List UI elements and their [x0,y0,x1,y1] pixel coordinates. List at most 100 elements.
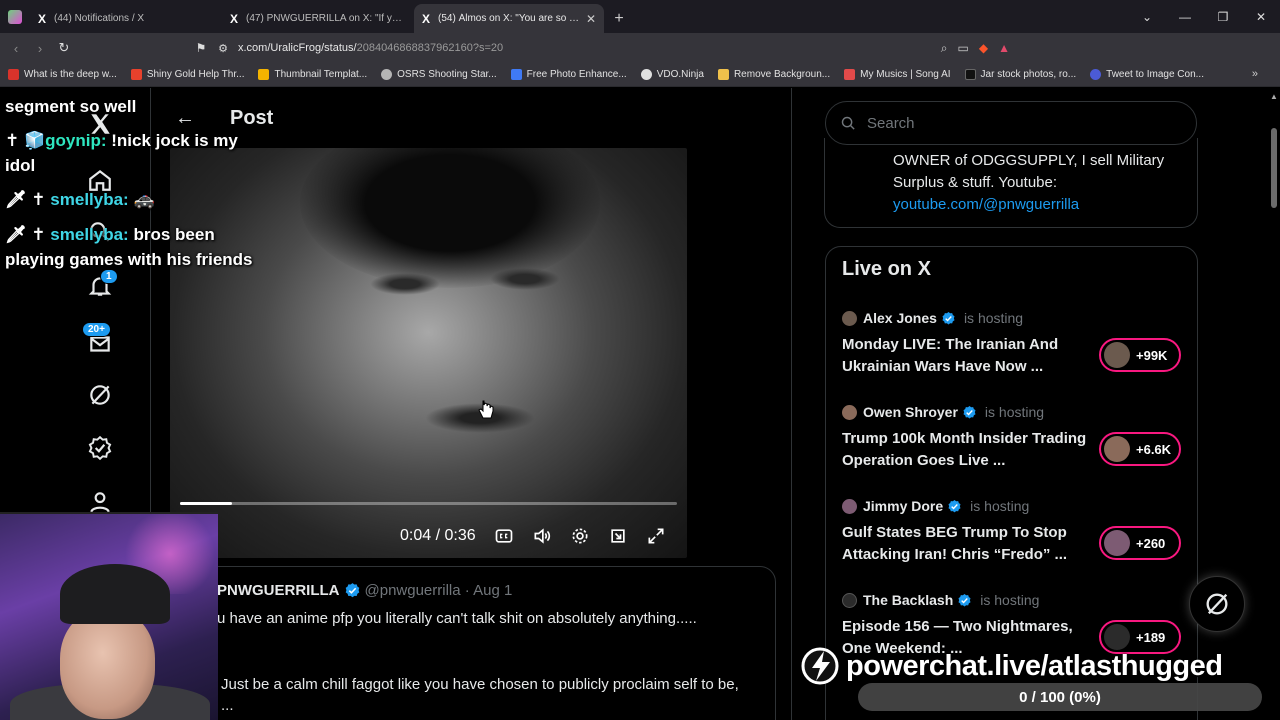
chat-text: bros been [128,225,215,244]
cast-icon[interactable]: ▭ [958,41,969,55]
video-progress-bar[interactable] [180,502,677,505]
bookmark-item[interactable]: What is the deep w... [8,69,117,80]
new-tab-button[interactable]: + [606,4,632,33]
bookmark-label: Free Photo Enhance... [526,69,627,80]
captions-icon[interactable] [494,526,514,546]
close-window-button[interactable]: ✕ [1242,10,1280,24]
back-button[interactable]: ‹ [4,41,28,56]
hosting-label: is hosting [984,404,1045,420]
chat-text: playing games with his friends [5,250,253,269]
bookmark-item[interactable]: My Musics | Song AI [844,69,951,80]
chat-text: idol [5,156,36,175]
live-space-item[interactable]: Alex Jones is hosting Monday LIVE: The I… [842,308,1187,378]
page-scrollbar[interactable]: ▲ [1268,88,1280,720]
video-time: 0:04 / 0:36 [400,527,476,544]
bookmark-label: Remove Backgroun... [733,69,831,80]
bookmark-item[interactable]: Tweet to Image Con... [1090,69,1204,80]
browser-profile-icon[interactable] [0,0,30,33]
powerchat-url: powerchat.live/atlasthugged [846,649,1223,682]
bookmark-favicon-icon [258,69,270,80]
bookmark-item[interactable]: Thumbnail Templat... [258,69,367,80]
space-title: Trump 100k Month Insider Trading Operati… [842,430,1087,469]
picture-in-picture-icon[interactable] [608,526,628,546]
bookmark-label: What is the deep w... [24,69,117,80]
minimize-button[interactable]: — [1166,10,1204,24]
space-listener-pill[interactable]: +99K [1099,338,1181,372]
zoom-icon[interactable]: ⌕ [941,41,948,56]
streamer-webcam [0,512,218,720]
tab-label: (47) PNWGUERRILLA on X: "If you ha [246,13,404,24]
scroll-up-icon[interactable]: ▲ [1270,92,1278,101]
chat-line: segment so well [5,94,136,119]
bookmark-favicon-icon [381,69,393,80]
scrollbar-thumb[interactable] [1271,128,1277,208]
messages-badge: 20+ [82,322,111,337]
tab-close-icon[interactable]: ✕ [586,12,596,26]
host-avatar [842,592,857,608]
host-name: Owen Shroyer [863,404,958,420]
brave-rewards-icon[interactable]: ▲ [998,41,1010,55]
live-space-item[interactable]: Jimmy Dore is hosting Gulf States BEG Tr… [842,496,1187,566]
site-settings-icon[interactable]: ⚙ [212,42,234,55]
fullscreen-icon[interactable] [646,526,666,546]
bookmark-item[interactable]: Remove Backgroun... [717,69,831,80]
forward-button[interactable]: › [28,41,52,56]
hosting-label: is hosting [970,498,1030,514]
bookmark-favicon-icon [844,69,856,80]
search-icon [841,116,855,130]
space-host: Alex Jones is hosting [842,308,1187,328]
x-favicon-icon: X [422,11,431,26]
author-bio-text: OWNER of ODGGSUPPLY, I sell Military Sur… [893,152,1165,191]
video-frame-detail [370,273,440,295]
bookmarks-bar: What is the deep w... Shiny Gold Help Th… [0,63,1280,87]
tab-list-chevron-icon[interactable]: ⌄ [1128,10,1166,24]
x-favicon-icon: X [230,11,239,26]
space-host: Owen Shroyer is hosting [842,402,1187,422]
chat-badges: 🗡 ✝ [5,225,46,244]
grok-floating-button[interactable] [1189,576,1245,632]
bookmark-item[interactable]: OSRS Shooting Star... [381,69,497,80]
hosting-label: is hosting [963,310,1024,326]
bookmark-item[interactable]: VDO.Ninja [640,69,704,80]
brave-shields-icon[interactable]: ◆ [979,41,988,55]
browser-tab-notifications[interactable]: X (44) Notifications / X [30,4,220,33]
bookmark-favicon-icon [964,69,976,80]
bookmark-icon[interactable]: ⚑ [190,41,212,55]
host-avatar [842,498,857,514]
space-listener-pill[interactable]: +260 [1099,526,1181,560]
quoted-author-name[interactable]: PNWGUERRILLA [217,582,340,599]
video-settings-gear-icon[interactable] [570,526,590,546]
url-path: x.com/UralicFrog/status/ [238,42,357,54]
space-listener-pill[interactable]: +6.6K [1099,432,1181,466]
chat-username: smellyba: [50,225,129,244]
bookmark-label: Jar stock photos, ro... [980,69,1077,80]
maximize-button[interactable]: ❐ [1204,10,1242,24]
x-favicon-icon: X [38,11,47,26]
url-field[interactable]: ⚑ ⚙ x.com/UralicFrog/status/208404686883… [190,36,1020,60]
tab-label: (54) Álmos on X: "You are so tuff [438,13,580,24]
quoted-post-header: PNWGUERRILLA @pnwguerrilla · Aug 1 [217,582,512,599]
volume-icon[interactable] [532,526,552,546]
verified-badge-icon [942,311,955,324]
verified-orgs-icon[interactable] [84,432,116,464]
bookmarks-overflow-icon[interactable]: » [1252,68,1258,80]
listener-count: +189 [1136,629,1166,645]
bookmark-item[interactable]: Shiny Gold Help Thr... [130,69,244,80]
bookmark-label: OSRS Shooting Star... [397,69,497,80]
space-host: Jimmy Dore is hosting [842,496,1187,516]
bookmark-item[interactable]: Jar stock photos, ro... [964,69,1077,80]
verified-badge-icon [948,499,961,512]
listener-count: +99K [1136,347,1168,363]
mouse-cursor-icon [478,400,494,419]
back-arrow-icon[interactable]: ← [160,107,210,130]
bookmark-item[interactable]: Free Photo Enhance... [510,69,627,80]
grok-icon[interactable] [84,379,116,411]
bookmark-label: My Musics | Song AI [860,69,951,80]
browser-tab-almos[interactable]: X (54) Álmos on X: "You are so tuff ✕ [414,4,604,33]
live-space-item[interactable]: Owen Shroyer is hosting Trump 100k Month… [842,402,1187,472]
browser-tab-pnwguerrilla[interactable]: X (47) PNWGUERRILLA on X: "If you ha [222,4,412,33]
author-youtube-link[interactable]: youtube.com/@pnwguerrilla [893,194,1193,216]
video-player[interactable] [170,148,687,558]
space-title: Gulf States BEG Trump To Stop Attacking … [842,524,1068,563]
reload-button[interactable]: ↻ [52,40,76,56]
